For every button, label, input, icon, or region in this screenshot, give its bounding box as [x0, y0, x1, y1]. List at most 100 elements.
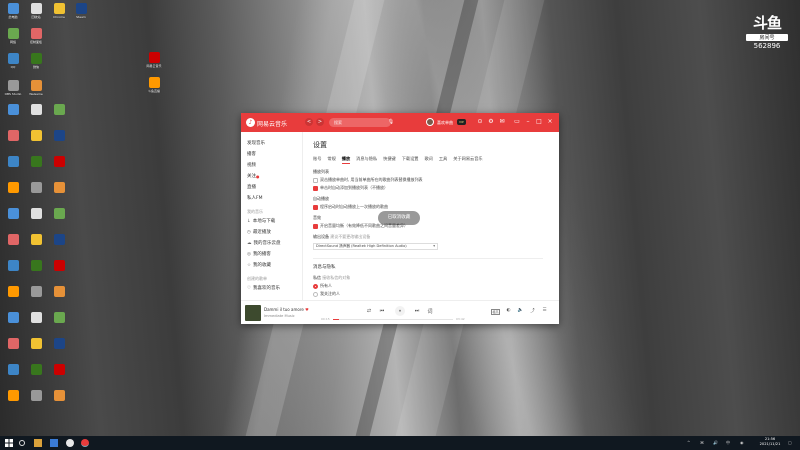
desktop-icon[interactable]	[50, 130, 68, 141]
tray-chevron-icon[interactable]: ^	[687, 440, 690, 445]
desktop-icon[interactable]	[27, 390, 45, 401]
checkbox[interactable]	[313, 223, 318, 229]
sidebar-item-live[interactable]: 直播	[241, 182, 302, 193]
search-input[interactable]: 搜索	[329, 118, 391, 127]
windows-start-icon[interactable]	[5, 439, 13, 447]
desktop-icon[interactable]	[50, 312, 68, 323]
desktop-icon[interactable]	[27, 208, 45, 219]
desktop-icon[interactable]	[4, 130, 22, 141]
settings-gear-icon[interactable]: ⚙	[487, 118, 495, 126]
desktop-icon[interactable]	[50, 182, 68, 193]
volume-icon[interactable]: 🔈	[516, 308, 525, 313]
desktop-icon[interactable]	[27, 286, 45, 297]
playlist-icon[interactable]: ☰	[540, 308, 549, 313]
volume-tray-icon[interactable]: 🔊	[713, 440, 718, 445]
desktop-icon[interactable]: OBS Studio	[4, 80, 22, 96]
privacy-option-all[interactable]: 所有人	[313, 283, 559, 289]
username[interactable]: 喜欢单曲	[437, 120, 453, 126]
vip-badge[interactable]: VIP	[457, 119, 466, 125]
tab-account[interactable]: 账号	[313, 156, 321, 164]
desktop-icon[interactable]	[27, 338, 45, 349]
desktop-icon[interactable]	[4, 156, 22, 167]
radio-button[interactable]	[313, 291, 318, 297]
desktop-icon[interactable]	[50, 260, 68, 271]
desktop-icon[interactable]	[4, 312, 22, 323]
tab-about[interactable]: 关于网易云音乐	[453, 156, 482, 164]
tab-privacy[interactable]: 消息与隐私	[356, 156, 377, 164]
forward-button[interactable]: >	[316, 118, 324, 126]
search-icon[interactable]	[19, 440, 25, 446]
pause-button[interactable]: ⏸	[395, 306, 405, 316]
checkbox[interactable]	[313, 204, 318, 210]
autoplay-option[interactable]: 程序启动时自动播放上一次播放的歌曲	[313, 204, 559, 210]
desktop-icon[interactable]	[27, 260, 45, 271]
desktop-icon[interactable]	[4, 260, 22, 271]
desktop-icon[interactable]	[50, 156, 68, 167]
tab-general[interactable]: 常规	[327, 156, 335, 164]
avatar[interactable]	[426, 118, 434, 126]
desktop-icon[interactable]	[50, 208, 68, 219]
microphone-icon[interactable]: 🎙	[387, 117, 395, 127]
tab-playback[interactable]: 播放	[341, 156, 351, 164]
desktop-icon[interactable]	[27, 104, 45, 115]
tray-app-icon[interactable]: ◉	[740, 440, 744, 445]
ime-icon[interactable]: 中	[726, 440, 730, 446]
tab-tools[interactable]: 工具	[439, 156, 447, 164]
notification-icon[interactable]: ▢	[788, 440, 792, 445]
sidebar-item-recent[interactable]: ◷ 最近播放	[241, 227, 302, 238]
sidebar-item-local[interactable]: ↓ 本地与下载	[241, 216, 302, 227]
taskbar-app-icon[interactable]	[66, 439, 74, 447]
sidebar-item-favorites[interactable]: ☆ 我的收藏	[241, 260, 302, 271]
mini-mode-icon[interactable]: ▭	[513, 118, 521, 126]
lyrics-icon[interactable]: 词	[426, 308, 434, 315]
skin-icon[interactable]: ⊙	[476, 118, 484, 126]
close-icon[interactable]: ×	[546, 118, 554, 126]
desktop-icon[interactable]	[50, 364, 68, 375]
sidebar-item-cloud[interactable]: ☁ 我的音乐云盘	[241, 238, 302, 249]
desktop-icon[interactable]	[27, 234, 45, 245]
sidebar-item-my-podcast[interactable]: ◎ 我的播客	[241, 249, 302, 260]
desktop-icon[interactable]: Chrome	[50, 3, 68, 19]
sidebar-item-fm[interactable]: 私人FM	[241, 193, 302, 204]
shuffle-icon[interactable]: ⇄	[365, 308, 373, 314]
effect-option[interactable]: 开启音量均衡（有效降低不同歌曲之间音量差异）	[313, 223, 559, 229]
taskbar-clock[interactable]: 21:56 2021/11/21	[757, 437, 783, 447]
tab-download[interactable]: 下载设置	[402, 156, 419, 164]
artist-name[interactable]: Immediate Music	[264, 314, 295, 318]
desktop-icon[interactable]	[4, 104, 22, 115]
desktop-icon[interactable]	[4, 364, 22, 375]
desktop-icon[interactable]	[4, 182, 22, 193]
desktop-icon[interactable]: 斗鱼直播	[145, 77, 163, 93]
desktop-icon[interactable]: 网络	[4, 28, 22, 44]
sidebar-item-video[interactable]: 视频	[241, 160, 302, 171]
netease-logo-icon[interactable]: ♪	[246, 118, 255, 127]
tab-shortcuts[interactable]: 快捷键	[383, 156, 396, 164]
desktop-icon[interactable]: 此电脑	[4, 3, 22, 19]
quality-badge[interactable]: 极高	[491, 309, 500, 315]
taskbar-app-icon[interactable]	[50, 439, 58, 447]
desktop-icon[interactable]	[50, 390, 68, 401]
file-explorer-icon[interactable]	[34, 439, 42, 447]
desktop-icon[interactable]: 控制面板	[27, 28, 45, 44]
desktop-icon[interactable]: 微信	[27, 53, 45, 69]
network-icon[interactable]: ⌘	[700, 440, 704, 445]
checkbox[interactable]	[313, 177, 318, 183]
share-icon[interactable]: ⤴	[528, 308, 537, 314]
desktop-icon[interactable]	[27, 364, 45, 375]
next-track-icon[interactable]: ⏭	[413, 308, 421, 314]
playlist-option-add[interactable]: 单击时自动添加到播放列表（不播放）	[313, 185, 559, 191]
playlist-option-replace[interactable]: 双击播放单曲时, 用当前单曲所在的歌曲列表替换播放列表	[313, 177, 559, 183]
maximize-icon[interactable]: □	[535, 118, 543, 126]
back-button[interactable]: <	[305, 118, 313, 126]
sidebar-item-follow[interactable]: 关注●	[241, 171, 302, 182]
desktop-icon[interactable]	[27, 130, 45, 141]
desktop-icon[interactable]	[4, 234, 22, 245]
radio-button[interactable]	[313, 283, 318, 289]
netease-music-taskbar-icon[interactable]	[81, 439, 89, 447]
mail-icon[interactable]: ✉	[498, 118, 506, 126]
desktop-icon[interactable]	[27, 312, 45, 323]
desktop-icon[interactable]	[4, 390, 22, 401]
desktop-icon[interactable]	[50, 104, 68, 115]
desktop-icon[interactable]	[27, 182, 45, 193]
output-device-select[interactable]: DirectSound 扬声器 (Realtek High Definition…	[313, 243, 438, 250]
